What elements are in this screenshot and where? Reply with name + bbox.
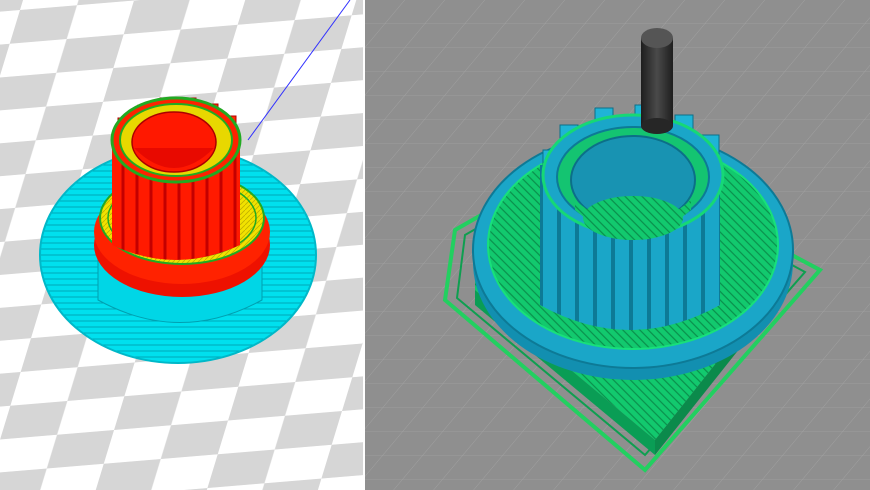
- right-preview-viewport[interactable]: [365, 0, 870, 490]
- left-preview-viewport[interactable]: [0, 0, 363, 490]
- left-preview-canvas: [0, 0, 363, 490]
- right-preview-canvas: [365, 0, 870, 490]
- nozzle-icon: [641, 28, 673, 134]
